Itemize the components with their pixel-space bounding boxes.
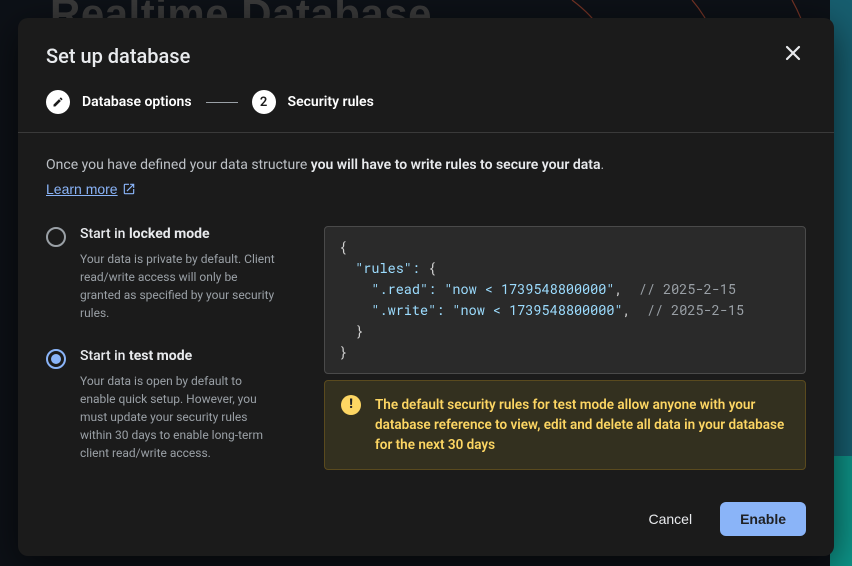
step-1-label: Database options [82,94,192,110]
step-connector [206,102,238,103]
cancel-button[interactable]: Cancel [635,502,707,536]
locked-mode-desc: Your data is private by default. Client … [80,250,280,322]
modal-footer: Cancel Enable [18,488,834,556]
warning-text: The default security rules for test mode… [375,395,789,456]
test-mode-title: Start in test mode [80,348,280,364]
modal-title: Set up database [46,44,190,68]
learn-more-link[interactable]: Learn more [46,181,136,197]
enable-button[interactable]: Enable [720,502,806,536]
locked-mode-title: Start in locked mode [80,226,280,242]
radio-test-mode[interactable]: Start in test mode Your data is open by … [46,348,296,462]
mode-options: Start in locked mode Your data is privat… [46,226,296,488]
warning-icon: ! [341,395,361,415]
test-mode-desc: Your data is open by default to enable q… [80,372,280,462]
step-security-rules[interactable]: 2 Security rules [252,90,374,114]
close-icon [784,44,802,62]
test-mode-warning: ! The default security rules for test mo… [324,380,806,471]
modal-header: Set up database [18,18,834,86]
step-database-options[interactable]: Database options [46,90,192,114]
modal-body: Once you have defined your data structur… [18,133,834,488]
edit-icon [46,90,70,114]
close-button[interactable] [780,40,806,72]
rules-preview: { "rules": { ".read": "now < 17395488000… [324,226,806,488]
radio-locked-mode[interactable]: Start in locked mode Your data is privat… [46,226,296,322]
step-2-number: 2 [252,90,276,114]
step-2-label: Security rules [288,94,374,110]
learn-more-label: Learn more [46,181,118,197]
rules-code: { "rules": { ".read": "now < 17395488000… [324,226,806,374]
external-link-icon [122,182,136,196]
setup-database-modal: Set up database Database options 2 Secur… [18,18,834,556]
radio-icon [46,349,66,369]
stepper: Database options 2 Security rules [18,86,834,133]
intro-text: Once you have defined your data structur… [46,157,806,173]
radio-icon [46,227,66,247]
